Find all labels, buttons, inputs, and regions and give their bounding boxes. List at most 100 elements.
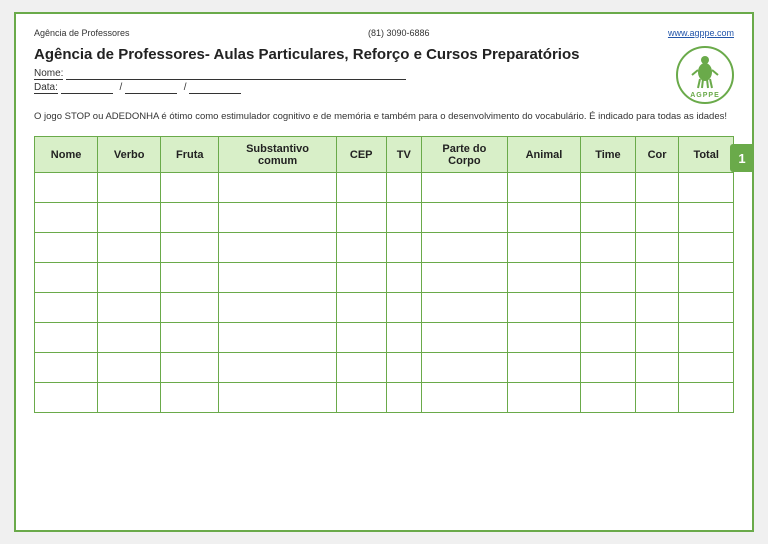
table-cell[interactable] (336, 233, 386, 263)
website-link[interactable]: www.agppe.com (668, 28, 734, 38)
table-cell[interactable] (386, 263, 421, 293)
table-cell[interactable] (336, 173, 386, 203)
table-cell[interactable] (581, 323, 636, 353)
table-cell[interactable] (679, 353, 734, 383)
table-row[interactable] (35, 353, 734, 383)
table-cell[interactable] (635, 353, 679, 383)
table-cell[interactable] (581, 293, 636, 323)
table-cell[interactable] (35, 173, 98, 203)
table-cell[interactable] (219, 353, 337, 383)
table-cell[interactable] (422, 233, 508, 263)
table-cell[interactable] (161, 263, 219, 293)
table-cell[interactable] (386, 173, 421, 203)
table-cell[interactable] (98, 323, 161, 353)
table-cell[interactable] (35, 233, 98, 263)
table-cell[interactable] (98, 233, 161, 263)
table-cell[interactable] (161, 173, 219, 203)
table-cell[interactable] (679, 323, 734, 353)
table-cell[interactable] (507, 203, 580, 233)
table-cell[interactable] (98, 293, 161, 323)
table-cell[interactable] (336, 263, 386, 293)
table-cell[interactable] (386, 353, 421, 383)
table-cell[interactable] (635, 263, 679, 293)
table-cell[interactable] (422, 353, 508, 383)
table-cell[interactable] (422, 263, 508, 293)
table-cell[interactable] (336, 323, 386, 353)
table-cell[interactable] (98, 263, 161, 293)
table-cell[interactable] (336, 203, 386, 233)
table-cell[interactable] (422, 203, 508, 233)
table-cell[interactable] (161, 203, 219, 233)
table-cell[interactable] (507, 383, 580, 413)
table-cell[interactable] (35, 353, 98, 383)
table-cell[interactable] (679, 203, 734, 233)
table-cell[interactable] (219, 233, 337, 263)
table-cell[interactable] (386, 203, 421, 233)
table-cell[interactable] (336, 383, 386, 413)
table-cell[interactable] (635, 323, 679, 353)
table-cell[interactable] (679, 233, 734, 263)
name-field[interactable] (66, 68, 406, 80)
table-cell[interactable] (161, 353, 219, 383)
table-cell[interactable] (679, 383, 734, 413)
table-cell[interactable] (35, 293, 98, 323)
table-cell[interactable] (161, 233, 219, 263)
table-cell[interactable] (219, 293, 337, 323)
table-row[interactable] (35, 173, 734, 203)
table-cell[interactable] (507, 353, 580, 383)
table-cell[interactable] (635, 233, 679, 263)
table-cell[interactable] (386, 383, 421, 413)
table-cell[interactable] (507, 233, 580, 263)
table-cell[interactable] (386, 323, 421, 353)
date-year[interactable] (189, 82, 241, 94)
table-cell[interactable] (336, 293, 386, 323)
table-cell[interactable] (98, 383, 161, 413)
table-cell[interactable] (98, 173, 161, 203)
table-row[interactable] (35, 383, 734, 413)
table-cell[interactable] (679, 293, 734, 323)
table-cell[interactable] (98, 353, 161, 383)
table-cell[interactable] (98, 203, 161, 233)
table-cell[interactable] (422, 173, 508, 203)
table-cell[interactable] (581, 353, 636, 383)
table-cell[interactable] (35, 203, 98, 233)
table-cell[interactable] (161, 383, 219, 413)
table-cell[interactable] (581, 233, 636, 263)
table-cell[interactable] (422, 323, 508, 353)
table-cell[interactable] (679, 263, 734, 293)
table-cell[interactable] (635, 293, 679, 323)
table-cell[interactable] (219, 383, 337, 413)
table-cell[interactable] (161, 293, 219, 323)
table-cell[interactable] (581, 173, 636, 203)
table-cell[interactable] (679, 173, 734, 203)
table-cell[interactable] (161, 323, 219, 353)
table-cell[interactable] (507, 173, 580, 203)
table-row[interactable] (35, 293, 734, 323)
table-row[interactable] (35, 263, 734, 293)
table-cell[interactable] (635, 203, 679, 233)
table-cell[interactable] (581, 263, 636, 293)
table-row[interactable] (35, 203, 734, 233)
date-month[interactable] (125, 82, 177, 94)
table-cell[interactable] (581, 383, 636, 413)
table-cell[interactable] (386, 293, 421, 323)
table-row[interactable] (35, 323, 734, 353)
table-cell[interactable] (219, 323, 337, 353)
table-cell[interactable] (422, 293, 508, 323)
table-cell[interactable] (35, 323, 98, 353)
table-row[interactable] (35, 233, 734, 263)
date-day[interactable] (61, 82, 113, 94)
table-cell[interactable] (35, 263, 98, 293)
table-cell[interactable] (635, 383, 679, 413)
table-cell[interactable] (422, 383, 508, 413)
table-cell[interactable] (507, 293, 580, 323)
table-cell[interactable] (219, 203, 337, 233)
table-cell[interactable] (507, 263, 580, 293)
table-cell[interactable] (507, 323, 580, 353)
table-cell[interactable] (219, 263, 337, 293)
table-cell[interactable] (336, 353, 386, 383)
table-cell[interactable] (635, 173, 679, 203)
table-cell[interactable] (35, 383, 98, 413)
table-cell[interactable] (219, 173, 337, 203)
table-cell[interactable] (386, 233, 421, 263)
